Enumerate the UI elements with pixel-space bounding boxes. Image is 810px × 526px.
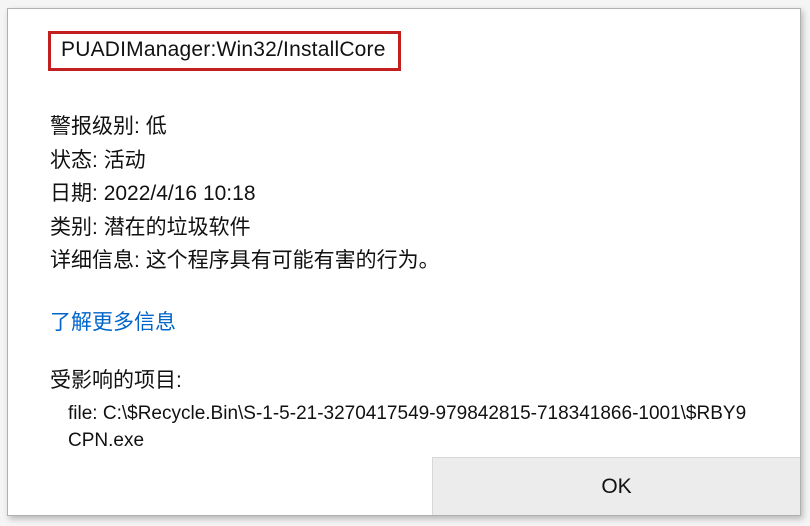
status-row: 状态: 活动: [50, 145, 760, 178]
status-value: 活动: [104, 149, 146, 172]
alert-level-label: 警报级别:: [50, 115, 140, 138]
learn-more-link[interactable]: 了解更多信息: [50, 311, 176, 334]
threat-details: 警报级别: 低 状态: 活动 日期: 2022/4/16 10:18 类别: 潜…: [50, 111, 760, 278]
security-alert-dialog: PUADIManager:Win32/InstallCore 警报级别: 低 状…: [7, 8, 801, 516]
description-row: 详细信息: 这个程序具有可能有害的行为。: [50, 245, 760, 278]
learn-more: 了解更多信息: [50, 306, 760, 336]
description-value: 这个程序具有可能有害的行为。: [146, 249, 440, 272]
ok-button[interactable]: OK: [433, 458, 800, 515]
date-value: 2022/4/16 10:18: [104, 182, 256, 205]
button-bar: OK: [432, 457, 800, 515]
affected-path: file: C:\$Recycle.Bin\S-1-5-21-327041754…: [50, 400, 750, 455]
description-label: 详细信息:: [50, 249, 140, 272]
affected-label: 受影响的项目:: [50, 364, 760, 394]
category-label: 类别:: [50, 216, 98, 239]
threat-name-box: PUADIManager:Win32/InstallCore: [48, 31, 401, 71]
alert-level-value: 低: [146, 115, 167, 138]
status-label: 状态:: [50, 149, 98, 172]
threat-name: PUADIManager:Win32/InstallCore: [61, 38, 386, 61]
date-label: 日期:: [50, 182, 98, 205]
alert-level-row: 警报级别: 低: [50, 111, 760, 144]
date-row: 日期: 2022/4/16 10:18: [50, 178, 760, 211]
affected-section: 受影响的项目: file: C:\$Recycle.Bin\S-1-5-21-3…: [50, 364, 760, 455]
dialog-content: PUADIManager:Win32/InstallCore 警报级别: 低 状…: [8, 9, 800, 455]
category-row: 类别: 潜在的垃圾软件: [50, 212, 760, 245]
category-value: 潜在的垃圾软件: [104, 216, 251, 239]
